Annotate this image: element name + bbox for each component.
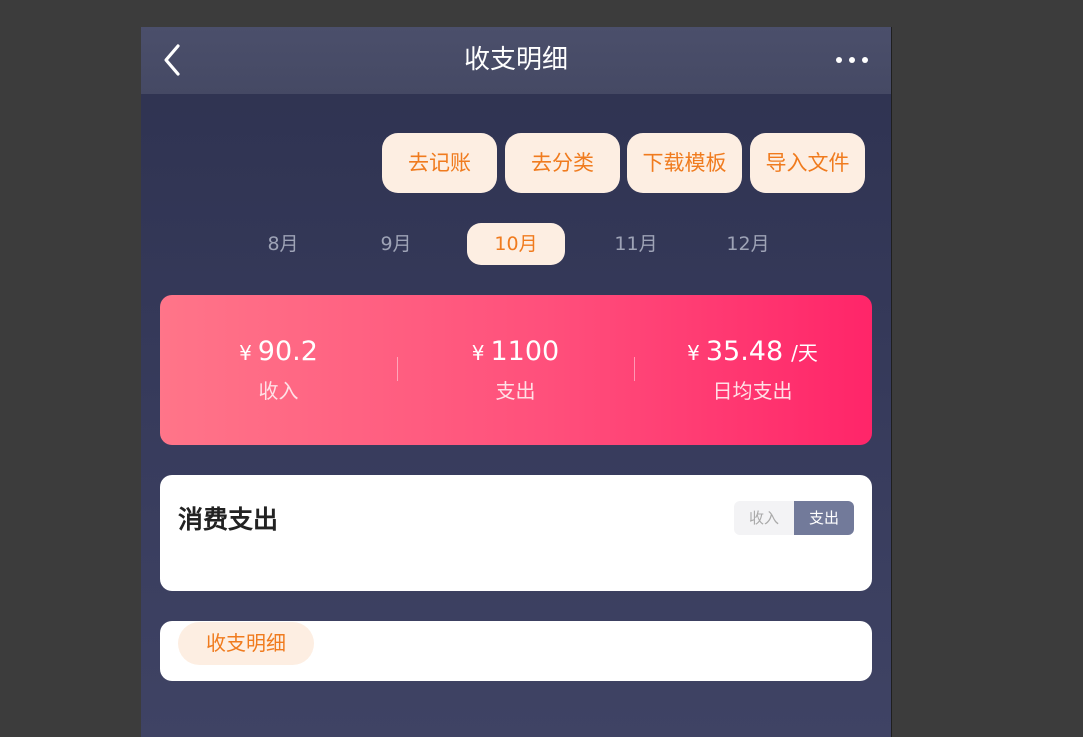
expense-summary: ¥1100 支出	[397, 333, 634, 406]
record-button[interactable]: 去记账	[382, 133, 497, 193]
daily-value: 35.48	[705, 336, 784, 367]
daily-unit: /天	[791, 341, 818, 365]
income-label: 收入	[258, 379, 299, 403]
tab-month-12[interactable]: 12月	[699, 223, 797, 265]
tab-month-9[interactable]: 9月	[347, 223, 445, 265]
details-card: 收支明细	[160, 621, 872, 681]
tab-month-8[interactable]: 8月	[234, 223, 332, 265]
consumption-card: 消费支出 收入 支出	[160, 475, 872, 591]
income-expense-toggle: 收入 支出	[734, 501, 854, 535]
income-value: 90.2	[257, 336, 318, 367]
classify-button[interactable]: 去分类	[505, 133, 620, 193]
toggle-expense[interactable]: 支出	[794, 501, 854, 535]
more-icon[interactable]	[834, 52, 870, 68]
currency-symbol: ¥	[239, 341, 252, 365]
summary-card: ¥90.2 收入 ¥1100 支出 ¥35.48/天 日均支出	[160, 295, 872, 445]
page-title: 收支明细	[463, 45, 568, 75]
month-tabs: 8月 9月 10月 11月 12月	[141, 223, 891, 265]
import-file-button[interactable]: 导入文件	[750, 133, 865, 193]
action-bar: 去记账 去分类 下载模板 导入文件	[141, 133, 891, 193]
consumption-title: 消费支出	[178, 505, 279, 534]
tab-month-11[interactable]: 11月	[587, 223, 685, 265]
toggle-income[interactable]: 收入	[734, 501, 794, 535]
phone-screen: 收支明细 去记账 去分类 下载模板 导入文件 8月 9月 10月 11月 12月…	[141, 27, 892, 737]
income-summary: ¥90.2 收入	[160, 333, 397, 406]
download-template-button[interactable]: 下载模板	[627, 133, 742, 193]
daily-label: 日均支出	[712, 379, 793, 403]
currency-symbol: ¥	[471, 341, 485, 365]
currency-symbol: ¥	[687, 341, 700, 365]
navbar: 收支明细	[141, 27, 891, 94]
details-tag[interactable]: 收支明细	[178, 622, 314, 665]
daily-summary: ¥35.48/天 日均支出	[634, 333, 871, 406]
tab-month-10[interactable]: 10月	[467, 223, 565, 265]
expense-label: 支出	[495, 379, 536, 403]
expense-value: 1100	[490, 336, 560, 367]
